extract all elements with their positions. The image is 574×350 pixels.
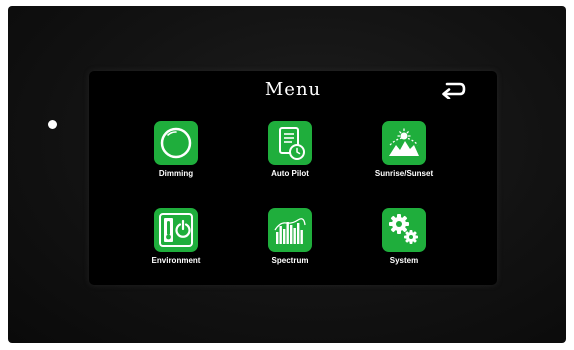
menu-item-label: System — [389, 256, 419, 265]
menu-item-sunrise-sunset[interactable]: Sunrise/Sunset — [359, 121, 449, 201]
menu-item-system[interactable]: System — [359, 208, 449, 288]
auto-pilot-document-clock-icon — [268, 121, 312, 165]
menu-item-label: Environment — [151, 256, 201, 265]
spectrum-bars-icon — [268, 208, 312, 252]
menu-item-environment[interactable]: Environment — [131, 208, 221, 288]
screen-title: Menu — [264, 79, 322, 100]
menu-item-auto-pilot[interactable]: Auto Pilot — [245, 121, 335, 201]
touch-screen: Menu Dimming Auto Pilot Sunrise/Sunset E… — [89, 71, 497, 285]
back-button[interactable] — [440, 81, 466, 100]
menu-item-label: Auto Pilot — [271, 169, 309, 178]
front-sensor-dot — [48, 120, 57, 129]
back-arrow-icon — [442, 82, 466, 100]
menu-item-spectrum[interactable]: Spectrum — [245, 208, 335, 288]
sunrise-sunset-icon — [382, 121, 426, 165]
menu-item-label: Dimming — [158, 169, 194, 178]
dimming-circle-icon — [154, 121, 198, 165]
menu-item-dimming[interactable]: Dimming — [131, 121, 221, 201]
environment-thermometer-power-icon — [154, 208, 198, 252]
system-gears-icon — [382, 208, 426, 252]
menu-item-label: Sunrise/Sunset — [374, 169, 434, 178]
menu-item-label: Spectrum — [271, 256, 309, 265]
